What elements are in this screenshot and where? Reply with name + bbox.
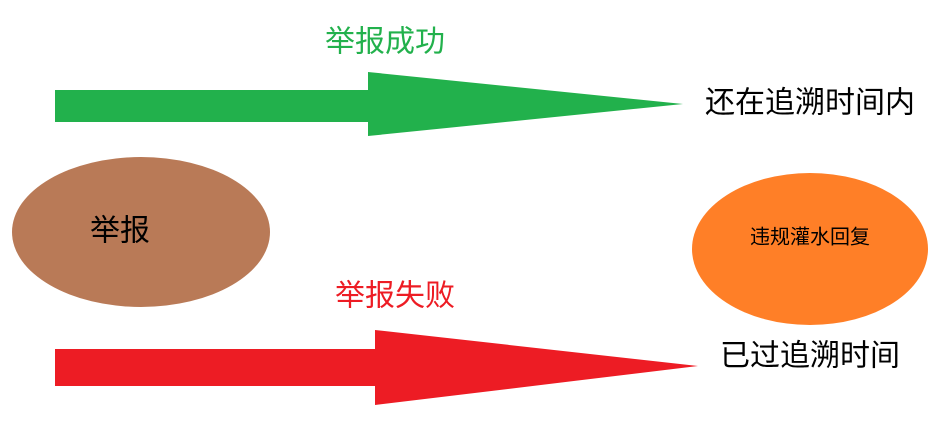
- success-arrow: [55, 72, 683, 136]
- flow-diagram: 举报 违规灌水回复 举报成功 还在追溯时间内 举报失败 已过追溯时间: [12, 25, 928, 405]
- success-target-label: 还在追溯时间内: [705, 86, 915, 121]
- failure-arrow: [55, 330, 698, 405]
- failure-arrow-label: 举报失败: [335, 279, 455, 314]
- violation-node: [692, 173, 928, 325]
- success-arrow-label: 举报成功: [325, 25, 445, 60]
- violation-node-label: 违规灌水回复: [750, 225, 870, 249]
- failure-target-label: 已过追溯时间: [720, 339, 900, 374]
- report-node-label: 举报: [90, 214, 150, 249]
